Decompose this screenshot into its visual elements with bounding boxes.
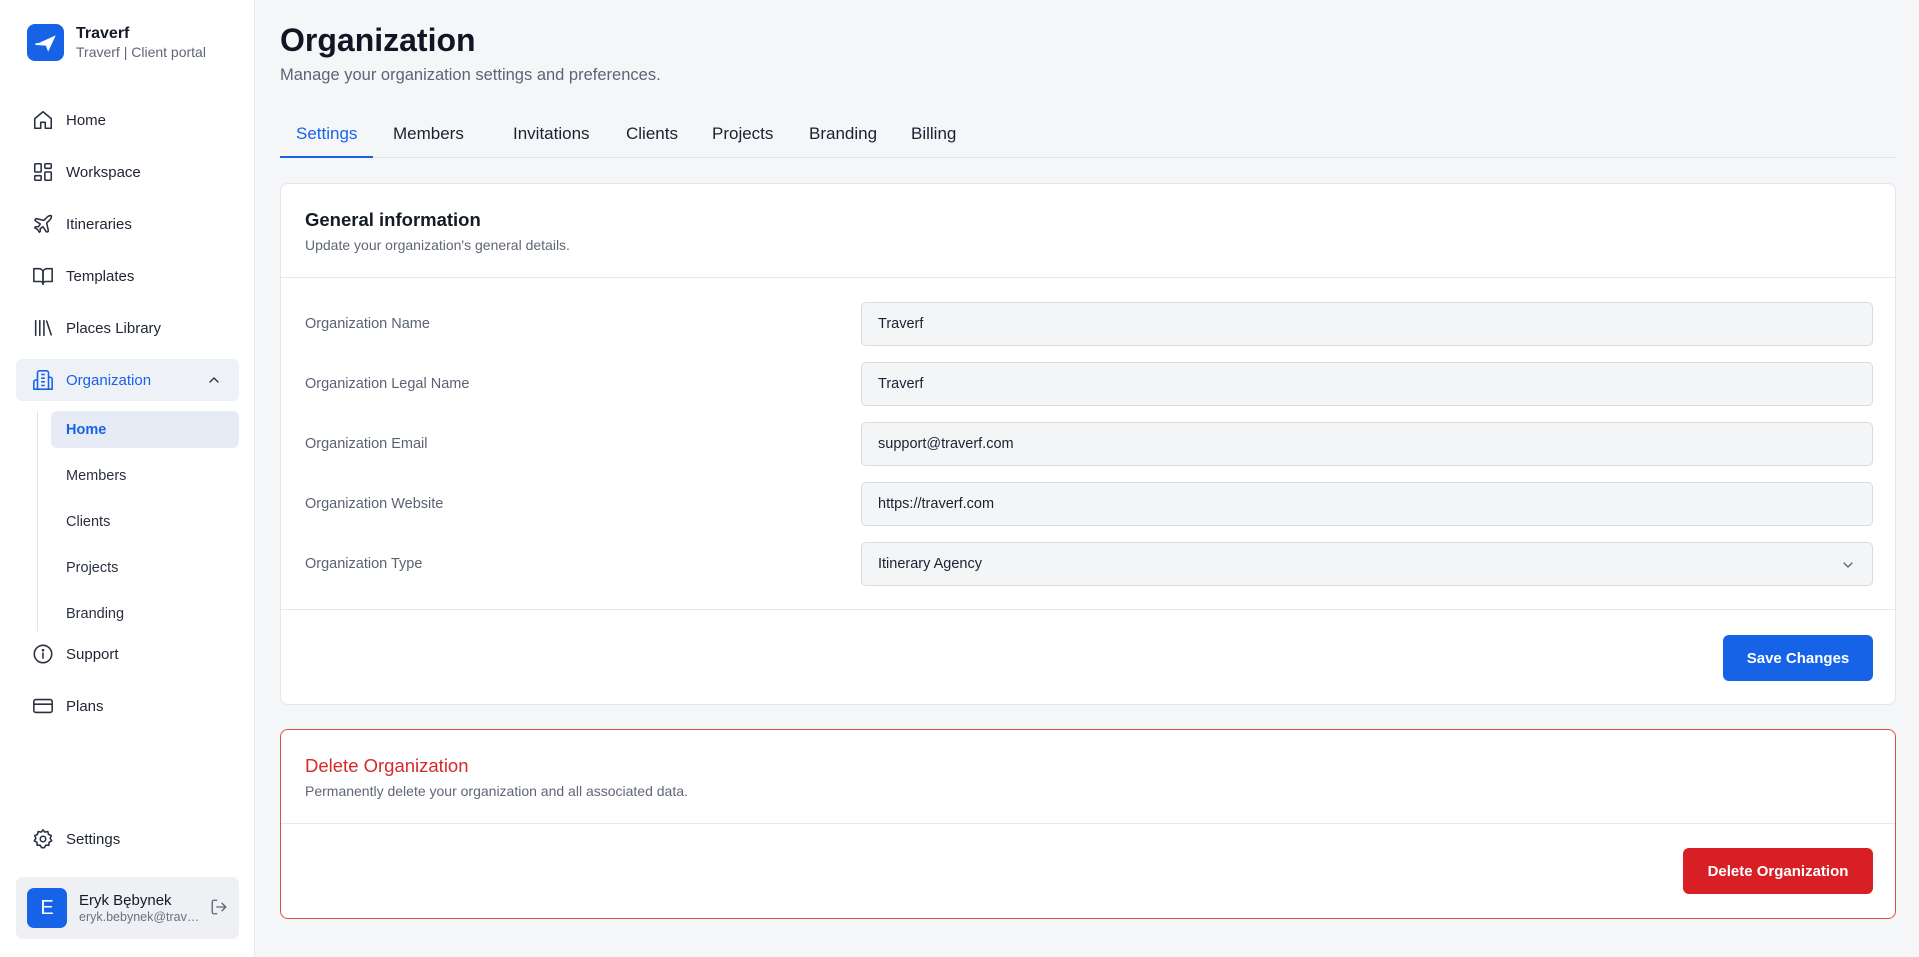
form-row-org-website: Organization Website https://traverf.com bbox=[281, 482, 1895, 526]
general-info-card: General information Update your organiza… bbox=[280, 183, 1896, 705]
building-icon bbox=[31, 368, 55, 392]
info-icon bbox=[31, 642, 55, 666]
nav-item-support[interactable]: Support bbox=[16, 633, 239, 675]
subnav-item-branding[interactable]: Branding bbox=[51, 595, 239, 632]
nav-item-settings[interactable]: Settings bbox=[16, 818, 239, 860]
grid-icon bbox=[31, 160, 55, 184]
form-row-org-legal-name: Organization Legal Name Traverf bbox=[281, 362, 1895, 406]
nav-label: Support bbox=[66, 645, 119, 663]
field-label: Organization Type bbox=[305, 556, 423, 572]
nav-item-plans[interactable]: Plans bbox=[16, 685, 239, 727]
plane-icon bbox=[31, 212, 55, 236]
tab-members[interactable]: Members bbox=[377, 118, 480, 158]
chevron-down-icon bbox=[1840, 557, 1856, 577]
chevron-up-icon[interactable] bbox=[206, 372, 222, 392]
page-title: Organization bbox=[280, 22, 476, 58]
avatar: E bbox=[27, 888, 67, 928]
nav-label: Itineraries bbox=[66, 215, 132, 233]
nav-label: Home bbox=[66, 111, 107, 129]
tab-billing[interactable]: Billing bbox=[895, 118, 972, 158]
subnav-item-projects[interactable]: Projects bbox=[51, 549, 239, 586]
nav-label: Places Library bbox=[66, 319, 162, 337]
org-type-select[interactable]: Itinerary Agency bbox=[861, 542, 1873, 586]
nav-item-organization[interactable]: Organization bbox=[16, 359, 239, 401]
library-icon bbox=[31, 316, 55, 340]
org-website-input[interactable]: https://traverf.com bbox=[861, 482, 1873, 526]
form-row-org-name: Organization Name Traverf bbox=[281, 302, 1895, 346]
nav-label: Organization bbox=[66, 371, 152, 389]
subnav-item-home[interactable]: Home bbox=[51, 411, 239, 448]
nav-item-itineraries[interactable]: Itineraries bbox=[16, 203, 239, 245]
card-title: Delete Organization bbox=[305, 755, 469, 776]
nav-item-places-library[interactable]: Places Library bbox=[16, 307, 239, 349]
nav-label: Workspace bbox=[66, 163, 141, 181]
nav-label: Plans bbox=[66, 697, 104, 715]
delete-organization-button[interactable]: Delete Organization bbox=[1683, 848, 1873, 894]
logout-icon[interactable] bbox=[210, 898, 228, 921]
tab-invitations[interactable]: Invitations bbox=[497, 118, 606, 158]
home-icon bbox=[31, 108, 55, 132]
card-description: Update your organization's general detai… bbox=[305, 237, 570, 253]
user-email: eryk.bebynek@traverf.com bbox=[79, 909, 204, 924]
brand-name: Traverf bbox=[76, 25, 130, 42]
credit-card-icon bbox=[31, 694, 55, 718]
nav-item-workspace[interactable]: Workspace bbox=[16, 151, 239, 193]
brand[interactable]: Traverf Traverf | Client portal bbox=[27, 24, 206, 61]
field-label: Organization Legal Name bbox=[305, 376, 470, 392]
brand-subtitle: Traverf | Client portal bbox=[76, 44, 206, 61]
field-label: Organization Website bbox=[305, 496, 444, 512]
field-label: Organization Email bbox=[305, 436, 428, 452]
save-changes-button[interactable]: Save Changes bbox=[1723, 635, 1873, 681]
form-row-org-type: Organization Type Itinerary Agency bbox=[281, 542, 1895, 586]
tab-projects[interactable]: Projects bbox=[696, 118, 789, 158]
nav-label: Templates bbox=[66, 267, 135, 285]
gear-icon bbox=[31, 827, 55, 851]
nav-item-home[interactable]: Home bbox=[16, 99, 239, 141]
subnav-item-clients[interactable]: Clients bbox=[51, 503, 239, 540]
org-name-input[interactable]: Traverf bbox=[861, 302, 1873, 346]
user-card[interactable]: E Eryk Bębynek eryk.bebynek@traverf.com bbox=[16, 877, 239, 939]
tab-settings[interactable]: Settings bbox=[280, 118, 374, 158]
tab-branding[interactable]: Branding bbox=[793, 118, 893, 158]
divider bbox=[281, 609, 1895, 610]
org-type-value: Itinerary Agency bbox=[878, 556, 982, 572]
book-icon bbox=[31, 264, 55, 288]
field-label: Organization Name bbox=[305, 316, 430, 332]
org-legal-name-input[interactable]: Traverf bbox=[861, 362, 1873, 406]
nav-item-templates[interactable]: Templates bbox=[16, 255, 239, 297]
plane-logo-icon bbox=[27, 24, 64, 61]
delete-organization-card: Delete Organization Permanently delete y… bbox=[280, 729, 1896, 919]
tab-bar: Settings Members Invitations Clients Pro… bbox=[280, 118, 1896, 158]
form-row-org-email: Organization Email support@traverf.com bbox=[281, 422, 1895, 466]
tab-clients[interactable]: Clients bbox=[610, 118, 694, 158]
subnav-item-members[interactable]: Members bbox=[51, 457, 239, 494]
page-subtitle: Manage your organization settings and pr… bbox=[280, 66, 661, 84]
nav-label: Settings bbox=[66, 830, 121, 848]
card-description: Permanently delete your organization and… bbox=[305, 783, 688, 799]
user-name: Eryk Bębynek bbox=[79, 891, 172, 909]
org-email-input[interactable]: support@traverf.com bbox=[861, 422, 1873, 466]
subnav-guide-line bbox=[37, 411, 38, 631]
card-title: General information bbox=[305, 209, 481, 230]
sidebar: Traverf Traverf | Client portal Home Wor… bbox=[0, 0, 255, 957]
